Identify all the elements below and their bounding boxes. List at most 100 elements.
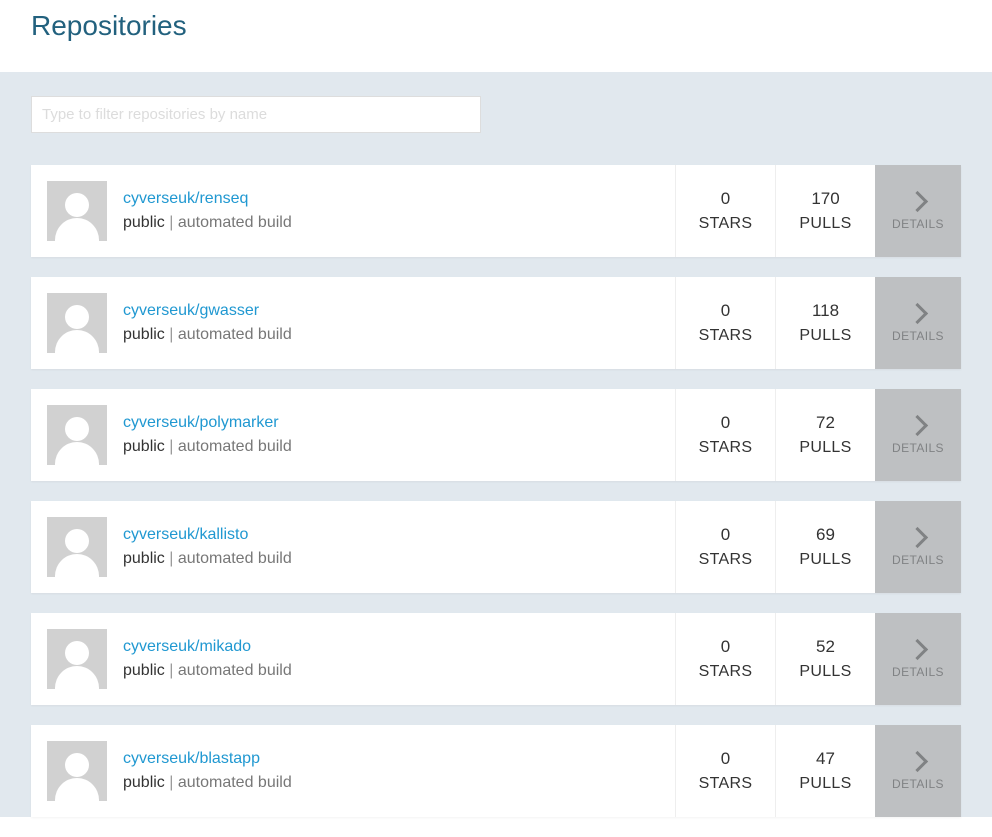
meta-separator: | <box>165 438 178 455</box>
stars-count: 0 <box>721 749 730 769</box>
pulls-cell: 52 PULLS <box>775 613 875 705</box>
pulls-cell: 69 PULLS <box>775 501 875 593</box>
repo-meta: public | automated build <box>123 774 292 792</box>
repo-main: cyverseuk/blastapp public | automated bu… <box>31 725 675 817</box>
repo-meta: public | automated build <box>123 326 292 344</box>
pulls-label: PULLS <box>799 775 851 793</box>
stars-cell: 0 STARS <box>675 501 775 593</box>
repo-info: cyverseuk/renseq public | automated buil… <box>123 190 292 232</box>
details-label: DETAILS <box>892 777 944 791</box>
repo-info: cyverseuk/blastapp public | automated bu… <box>123 750 292 792</box>
chevron-right-icon <box>911 303 925 323</box>
meta-separator: | <box>165 326 178 343</box>
repo-info: cyverseuk/kallisto public | automated bu… <box>123 526 292 568</box>
details-button[interactable]: DETAILS <box>875 277 961 369</box>
repo-build-type: automated build <box>178 438 292 455</box>
pulls-count: 47 <box>816 749 835 769</box>
details-button[interactable]: DETAILS <box>875 165 961 257</box>
repo-list: cyverseuk/renseq public | automated buil… <box>31 165 961 817</box>
repo-meta: public | automated build <box>123 662 292 680</box>
stars-count: 0 <box>721 413 730 433</box>
pulls-count: 72 <box>816 413 835 433</box>
repo-name-link[interactable]: cyverseuk/polymarker <box>123 414 292 432</box>
repo-build-type: automated build <box>178 550 292 567</box>
pulls-count: 170 <box>811 189 839 209</box>
pulls-cell: 72 PULLS <box>775 389 875 481</box>
avatar <box>47 405 107 465</box>
repo-info: cyverseuk/gwasser public | automated bui… <box>123 302 292 344</box>
stars-label: STARS <box>699 663 753 681</box>
repo-card: cyverseuk/kallisto public | automated bu… <box>31 501 961 593</box>
stars-cell: 0 STARS <box>675 165 775 257</box>
repo-card: cyverseuk/blastapp public | automated bu… <box>31 725 961 817</box>
repo-main: cyverseuk/polymarker public | automated … <box>31 389 675 481</box>
stars-label: STARS <box>699 215 753 233</box>
details-label: DETAILS <box>892 665 944 679</box>
repo-visibility: public <box>123 326 165 343</box>
filter-container <box>31 96 961 133</box>
repo-main: cyverseuk/renseq public | automated buil… <box>31 165 675 257</box>
repo-meta: public | automated build <box>123 550 292 568</box>
repo-name-link[interactable]: cyverseuk/kallisto <box>123 526 292 544</box>
stars-cell: 0 STARS <box>675 277 775 369</box>
chevron-right-icon <box>911 751 925 771</box>
repo-meta: public | automated build <box>123 214 292 232</box>
pulls-cell: 170 PULLS <box>775 165 875 257</box>
avatar <box>47 181 107 241</box>
repo-name-link[interactable]: cyverseuk/gwasser <box>123 302 292 320</box>
repo-name-link[interactable]: cyverseuk/mikado <box>123 638 292 656</box>
pulls-count: 118 <box>812 301 839 321</box>
details-button[interactable]: DETAILS <box>875 501 961 593</box>
repo-visibility: public <box>123 438 165 455</box>
details-label: DETAILS <box>892 329 944 343</box>
stars-cell: 0 STARS <box>675 725 775 817</box>
repo-name-link[interactable]: cyverseuk/blastapp <box>123 750 292 768</box>
repo-name-link[interactable]: cyverseuk/renseq <box>123 190 292 208</box>
details-label: DETAILS <box>892 217 944 231</box>
chevron-right-icon <box>911 639 925 659</box>
pulls-label: PULLS <box>799 551 851 569</box>
avatar <box>47 629 107 689</box>
pulls-count: 69 <box>816 525 835 545</box>
stars-label: STARS <box>699 327 753 345</box>
content: cyverseuk/renseq public | automated buil… <box>0 72 992 817</box>
stars-count: 0 <box>721 189 730 209</box>
repo-info: cyverseuk/mikado public | automated buil… <box>123 638 292 680</box>
pulls-cell: 47 PULLS <box>775 725 875 817</box>
stars-label: STARS <box>699 439 753 457</box>
stars-label: STARS <box>699 551 753 569</box>
stars-count: 0 <box>721 637 730 657</box>
header: Repositories <box>0 0 992 72</box>
filter-input[interactable] <box>31 96 481 133</box>
meta-separator: | <box>165 662 178 679</box>
stars-count: 0 <box>721 525 730 545</box>
pulls-label: PULLS <box>799 327 851 345</box>
details-button[interactable]: DETAILS <box>875 613 961 705</box>
stars-count: 0 <box>721 301 730 321</box>
stars-label: STARS <box>699 775 753 793</box>
repo-visibility: public <box>123 550 165 567</box>
pulls-label: PULLS <box>799 663 851 681</box>
repo-build-type: automated build <box>178 662 292 679</box>
pulls-cell: 118 PULLS <box>775 277 875 369</box>
chevron-right-icon <box>911 415 925 435</box>
repo-build-type: automated build <box>178 326 292 343</box>
details-button[interactable]: DETAILS <box>875 389 961 481</box>
meta-separator: | <box>165 550 178 567</box>
chevron-right-icon <box>911 527 925 547</box>
pulls-count: 52 <box>816 637 835 657</box>
stars-cell: 0 STARS <box>675 389 775 481</box>
page-title: Repositories <box>31 10 961 42</box>
repo-meta: public | automated build <box>123 438 292 456</box>
repo-main: cyverseuk/gwasser public | automated bui… <box>31 277 675 369</box>
repo-main: cyverseuk/mikado public | automated buil… <box>31 613 675 705</box>
stars-cell: 0 STARS <box>675 613 775 705</box>
avatar <box>47 517 107 577</box>
details-button[interactable]: DETAILS <box>875 725 961 817</box>
chevron-right-icon <box>911 191 925 211</box>
repo-main: cyverseuk/kallisto public | automated bu… <box>31 501 675 593</box>
pulls-label: PULLS <box>799 439 851 457</box>
details-label: DETAILS <box>892 441 944 455</box>
repo-visibility: public <box>123 214 165 231</box>
repo-visibility: public <box>123 662 165 679</box>
